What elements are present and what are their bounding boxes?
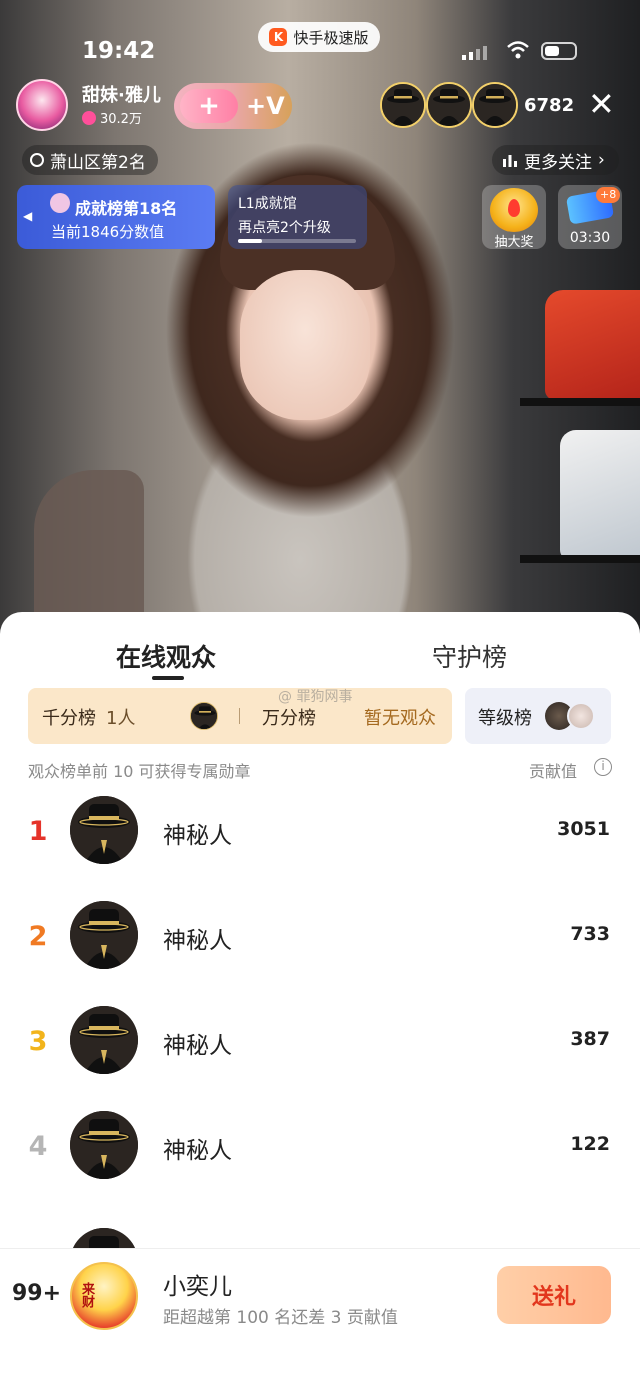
host-avatar[interactable] — [16, 79, 68, 131]
achievement-subtitle: 当前1846分数值 — [51, 223, 165, 241]
my-rank: 99+ — [12, 1281, 62, 1306]
app-return-pill[interactable]: K 快手极速版 — [258, 22, 380, 52]
lottery-label: 抽大奖 — [494, 235, 534, 250]
wifi-icon — [507, 41, 529, 59]
viewer-avatar[interactable] — [380, 82, 426, 128]
list-item[interactable] — [0, 1208, 640, 1248]
mystery-avatar[interactable] — [70, 1111, 138, 1179]
level-title: L1成就馆 — [238, 196, 297, 212]
lottery-widget[interactable]: 抽大奖 — [482, 185, 546, 250]
viewer-name: 神秘人 — [163, 928, 232, 954]
points-boards[interactable]: 千分榜 1人 万分榜 暂无观众 — [28, 688, 452, 744]
app-name: 快手极速版 — [293, 28, 369, 47]
signal-icon — [462, 46, 487, 60]
level-subtitle: 再点亮2个升级 — [238, 220, 331, 236]
viewer-avatar[interactable] — [472, 82, 518, 128]
rank-number: 3 — [28, 1026, 48, 1057]
mystery-avatar[interactable] — [70, 1228, 138, 1248]
mystery-avatar[interactable] — [70, 1006, 138, 1074]
contribution-score: 3051 — [557, 818, 610, 840]
achievement-card[interactable]: ◀ 成就榜第18名 当前1846分数值 — [17, 185, 215, 249]
thousand-board-label: 千分榜 — [42, 708, 96, 729]
host-info[interactable]: 甜妹·雅儿 30.2万 — [16, 79, 176, 131]
timer-badge: +8 — [596, 187, 621, 203]
list-item[interactable]: 4 神秘人 122 — [0, 1103, 640, 1208]
info-icon[interactable]: i — [594, 758, 612, 776]
rank-number: 4 — [28, 1131, 48, 1162]
my-avatar[interactable]: 来财 — [70, 1262, 138, 1330]
level-card[interactable]: L1成就馆 再点亮2个升级 — [228, 185, 367, 249]
tab-online-audience[interactable]: 在线观众 — [116, 638, 216, 674]
viewer-count[interactable]: 6782 — [524, 95, 574, 116]
list-item[interactable]: 1 神秘人 3051 — [0, 788, 640, 893]
achievement-avatar — [50, 193, 70, 213]
ten-thousand-board-status: 暂无观众 — [364, 708, 436, 729]
more-follow-chip[interactable]: 更多关注 › — [492, 145, 619, 175]
tab-guardian-board[interactable]: 守护榜 — [432, 638, 507, 674]
vip-button[interactable]: +V — [246, 92, 285, 120]
mystery-avatar[interactable] — [70, 796, 138, 864]
heart-icon — [82, 110, 96, 125]
list-item[interactable]: 2 神秘人 733 — [0, 893, 640, 998]
kuaishou-logo-icon: K — [269, 28, 288, 46]
viewer-name: 神秘人 — [163, 1033, 232, 1059]
divider — [239, 708, 240, 724]
contribution-score: 387 — [570, 1028, 610, 1050]
battery-icon — [541, 42, 577, 60]
rank-number: 2 — [28, 921, 48, 952]
viewer-avatar[interactable] — [426, 82, 472, 128]
thousand-board-count: 1人 — [106, 708, 136, 729]
my-name: 小奕儿 — [163, 1274, 232, 1300]
medal-hint: 观众榜单前 10 可获得专属勋章 — [28, 762, 251, 781]
host-name: 甜妹·雅儿 — [82, 85, 161, 106]
level-progress-bar — [238, 239, 356, 243]
follow-group[interactable]: + +V — [174, 83, 292, 129]
viewer-name: 神秘人 — [163, 823, 232, 849]
list-item[interactable]: 3 神秘人 387 — [0, 998, 640, 1103]
status-time: 19:42 — [82, 38, 156, 64]
viewer-avatars[interactable]: 6782 — [380, 82, 580, 130]
my-avatar-text: 来财 — [79, 1282, 94, 1308]
achievement-title: 成就榜第18名 — [75, 199, 178, 218]
my-gap-text: 距超越第 100 名还差 3 贡献值 — [163, 1308, 398, 1328]
triangle-left-icon: ◀ — [23, 209, 33, 223]
contribution-label: 贡献值 — [529, 762, 578, 781]
close-icon[interactable]: ✕ — [588, 88, 615, 120]
my-rank-bar: 99+ 来财 小奕儿 距超越第 100 名还差 3 贡献值 送礼 — [0, 1248, 640, 1393]
timer-label: 03:30 — [569, 230, 611, 246]
district-rank-chip[interactable]: 萧山区第2名 — [22, 145, 158, 175]
send-gift-button[interactable]: 送礼 — [497, 1266, 611, 1324]
tab-underline — [152, 676, 184, 680]
contribution-score: 122 — [570, 1133, 610, 1155]
chevron-right-icon: › — [598, 150, 605, 170]
host-fans: 30.2万 — [82, 108, 142, 127]
timer-widget[interactable]: +8 03:30 — [558, 185, 622, 249]
location-icon — [30, 153, 44, 167]
follow-button[interactable]: + — [180, 89, 238, 123]
viewer-name: 神秘人 — [163, 1138, 232, 1164]
bars-icon — [503, 155, 517, 167]
rank-number: 1 — [28, 816, 48, 847]
level-board-button[interactable]: 等级榜 — [465, 688, 611, 744]
contribution-score: 733 — [570, 923, 610, 945]
level-board-label: 等级榜 — [478, 708, 532, 729]
mystery-avatar[interactable] — [70, 901, 138, 969]
watermark: @ 罪狗网事 — [278, 689, 353, 705]
level-board-avatar — [567, 702, 595, 730]
thousand-board-avatar — [190, 702, 218, 730]
ten-thousand-board-label: 万分榜 — [262, 708, 316, 729]
